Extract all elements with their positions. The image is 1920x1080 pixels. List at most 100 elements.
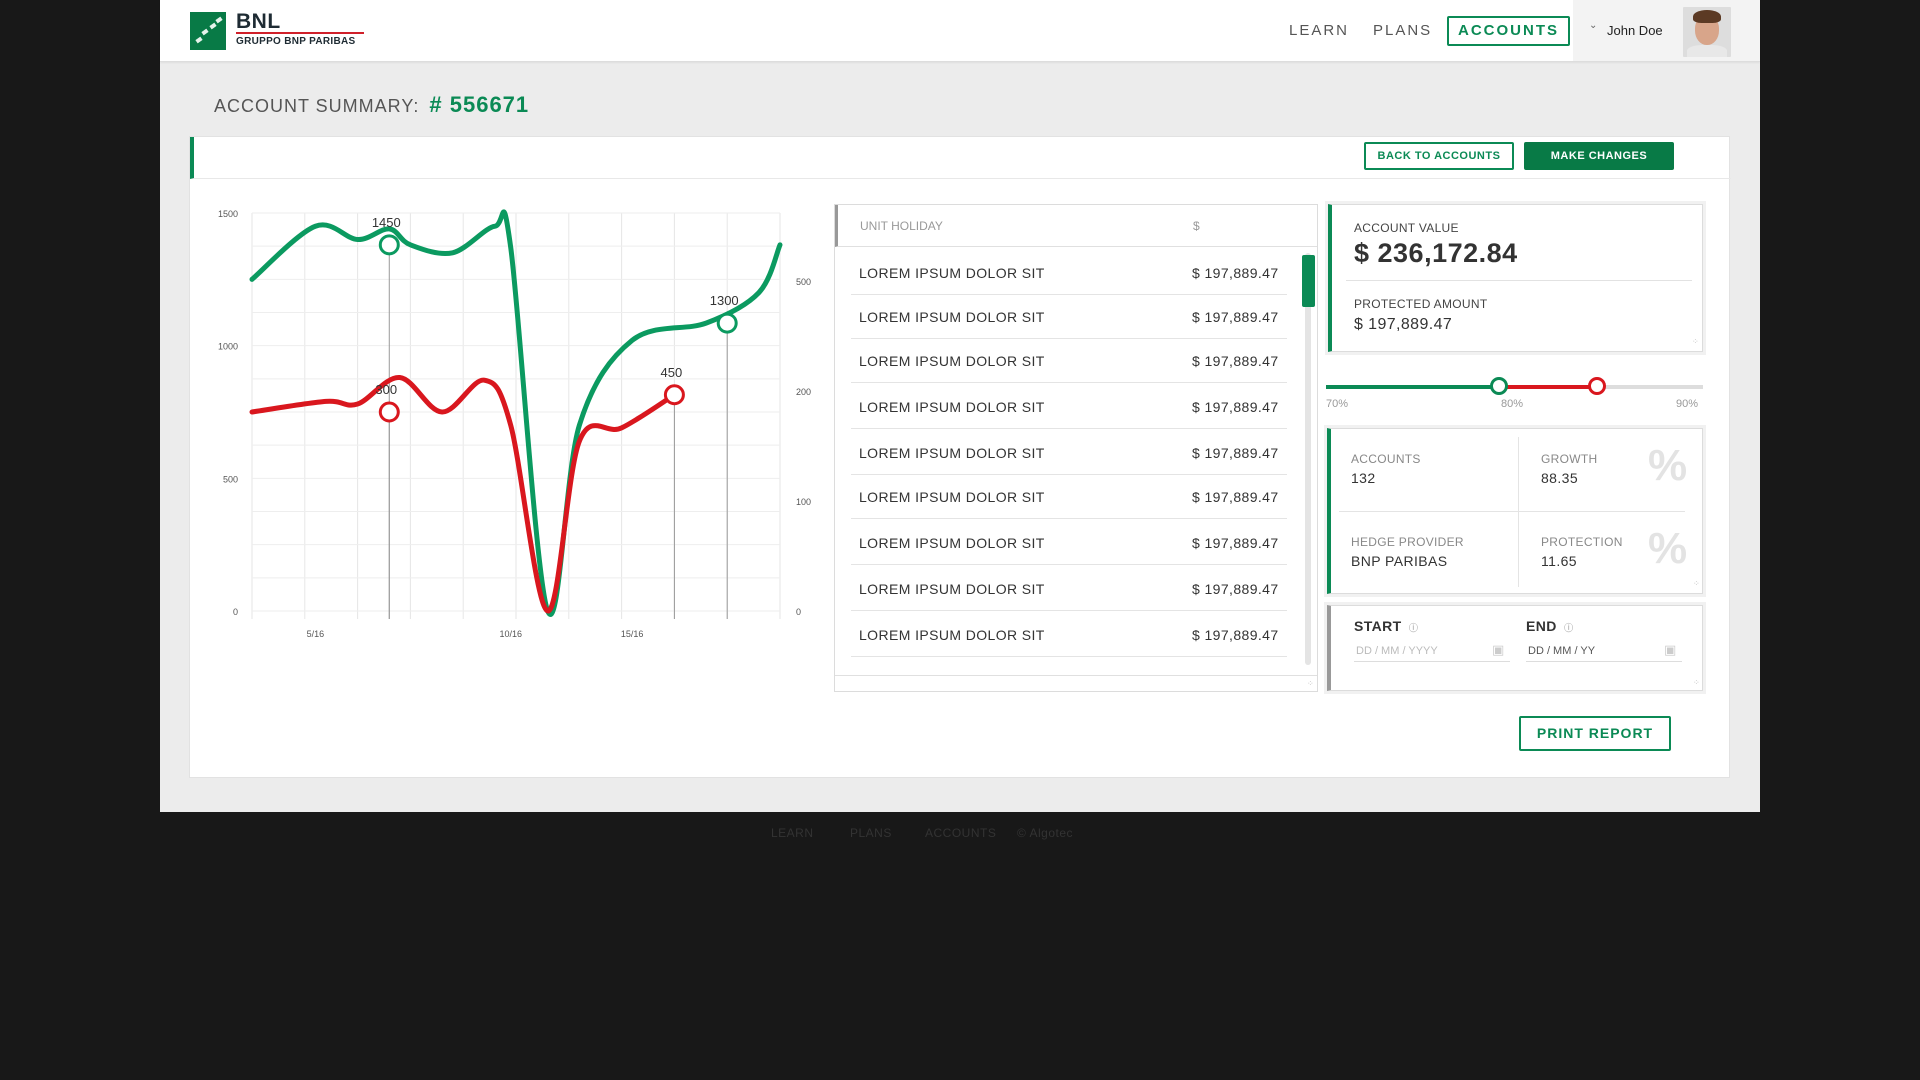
y-right-tick-label: 100 xyxy=(796,497,811,507)
resize-grip-icon[interactable]: ⁘ xyxy=(1693,678,1700,687)
x-tick-label: 15/16 xyxy=(621,629,644,639)
footer-link-learn[interactable]: LEARN xyxy=(771,826,814,840)
end-date-value: DD / MM / YY xyxy=(1528,645,1596,657)
table-row[interactable]: LOREM IPSUM DOLOR SIT $ 197,889.47 xyxy=(851,567,1287,611)
table-row[interactable]: LOREM IPSUM DOLOR SIT $ 197,889.47 xyxy=(851,339,1287,383)
page-title: ACCOUNT SUMMARY: # 556671 xyxy=(214,92,529,118)
protection-label: PROTECTION xyxy=(1541,535,1623,549)
user-name: John Doe xyxy=(1607,23,1663,38)
percent-icon: % xyxy=(1648,441,1688,490)
y-tick-label: 1000 xyxy=(218,342,238,352)
resize-grip-icon[interactable]: ⁘ xyxy=(1693,579,1700,588)
row-amount: $ 197,889.47 xyxy=(1192,535,1279,551)
account-value-label: ACCOUNT VALUE xyxy=(1354,221,1459,235)
row-label: LOREM IPSUM DOLOR SIT xyxy=(859,399,1045,415)
summary-label: ACCOUNT SUMMARY: xyxy=(214,96,420,116)
accounts-value: 132 xyxy=(1351,470,1376,486)
x-tick-label: 10/16 xyxy=(499,629,522,639)
data-point xyxy=(663,384,685,406)
resize-grip-icon[interactable]: ⁘ xyxy=(1307,679,1314,688)
avatar[interactable] xyxy=(1683,7,1731,57)
table-row[interactable]: LOREM IPSUM DOLOR SIT $ 197,889.47 xyxy=(851,251,1287,295)
table-header: UNIT HOLIDAY $ xyxy=(835,205,1317,247)
card-toolbar: BACK TO ACCOUNTS MAKE CHANGES xyxy=(190,137,1731,179)
column-header-amount: $ xyxy=(1193,219,1200,233)
column-header-unit: UNIT HOLIDAY xyxy=(860,219,943,233)
account-value-panel: ACCOUNT VALUE $ 236,172.84 PROTECTED AMO… xyxy=(1328,204,1703,352)
nav-plans[interactable]: PLANS xyxy=(1373,16,1432,46)
y-right-tick-label: 0 xyxy=(796,607,801,617)
slider-track-range[interactable] xyxy=(1499,385,1598,389)
holdings-table: UNIT HOLIDAY $ LOREM IPSUM DOLOR SIT $ 19… xyxy=(834,204,1318,692)
back-to-accounts-button[interactable]: BACK TO ACCOUNTS xyxy=(1364,142,1514,170)
table-scrollbar-thumb[interactable] xyxy=(1302,255,1315,307)
row-amount: $ 197,889.47 xyxy=(1192,265,1279,281)
row-label: LOREM IPSUM DOLOR SIT xyxy=(859,309,1045,325)
row-amount: $ 197,889.47 xyxy=(1192,445,1279,461)
table-row[interactable]: LOREM IPSUM DOLOR SIT $ 197,889.47 xyxy=(851,385,1287,429)
row-amount: $ 197,889.47 xyxy=(1192,581,1279,597)
row-amount: $ 197,889.47 xyxy=(1192,399,1279,415)
row-label: LOREM IPSUM DOLOR SIT xyxy=(859,353,1045,369)
hedge-provider-label: HEDGE PROVIDER xyxy=(1351,535,1464,549)
table-scrollbar-track[interactable] xyxy=(1305,253,1311,665)
user-menu[interactable]: ⌄ John Doe xyxy=(1573,0,1760,61)
chevron-down-icon: ⌄ xyxy=(1589,20,1598,31)
accounts-label: ACCOUNTS xyxy=(1351,452,1421,466)
y-tick-label: 500 xyxy=(223,474,238,484)
slider-mid-label: 80% xyxy=(1501,398,1524,410)
row-label: LOREM IPSUM DOLOR SIT xyxy=(859,535,1045,551)
end-date-field[interactable]: DD / MM / YY ▣ xyxy=(1526,640,1682,662)
row-amount: $ 197,889.47 xyxy=(1192,489,1279,505)
table-row[interactable]: LOREM IPSUM DOLOR SIT $ 197,889.47 xyxy=(851,613,1287,657)
table-row[interactable]: LOREM IPSUM DOLOR SIT $ 197,889.47 xyxy=(851,521,1287,565)
info-icon[interactable]: ⓘ xyxy=(1564,623,1573,633)
row-amount: $ 197,889.47 xyxy=(1192,309,1279,325)
x-tick-label: 5/16 xyxy=(307,629,325,639)
nav-accounts[interactable]: ACCOUNTS xyxy=(1447,16,1570,46)
slider-track-low[interactable] xyxy=(1326,385,1500,389)
nav-learn[interactable]: LEARN xyxy=(1289,16,1349,46)
resize-grip-icon[interactable]: ⁘ xyxy=(1692,337,1699,346)
brand-name: BNL xyxy=(236,10,281,33)
row-amount: $ 197,889.47 xyxy=(1192,353,1279,369)
table-row[interactable]: LOREM IPSUM DOLOR SIT $ 197,889.47 xyxy=(851,475,1287,519)
slider-track-high[interactable] xyxy=(1597,385,1703,389)
footer-link-plans[interactable]: PLANS xyxy=(850,826,892,840)
slider-min-label: 70% xyxy=(1326,398,1349,410)
calendar-icon[interactable]: ▣ xyxy=(1492,642,1504,658)
percent-icon: % xyxy=(1648,524,1688,573)
row-label: LOREM IPSUM DOLOR SIT xyxy=(859,627,1045,643)
make-changes-button[interactable]: MAKE CHANGES xyxy=(1524,142,1674,170)
table-row[interactable]: LOREM IPSUM DOLOR SIT $ 197,889.47 xyxy=(851,295,1287,339)
row-label: LOREM IPSUM DOLOR SIT xyxy=(859,581,1045,597)
footer-link-accounts[interactable]: ACCOUNTS xyxy=(925,826,996,840)
start-label: START ⓘ xyxy=(1354,618,1418,634)
protected-amount-label: PROTECTED AMOUNT xyxy=(1354,297,1488,311)
print-report-button[interactable]: PRINT REPORT xyxy=(1519,716,1671,751)
calendar-icon[interactable]: ▣ xyxy=(1664,642,1676,658)
data-label: 1300 xyxy=(710,293,739,308)
brand-subtitle: GRUPPO BNP PARIBAS xyxy=(236,36,356,47)
growth-value: 88.35 xyxy=(1541,470,1579,486)
protected-amount-value: $ 197,889.47 xyxy=(1354,316,1453,333)
bnp-stars-icon xyxy=(190,12,226,50)
y-tick-label: 1500 xyxy=(218,209,238,219)
start-date-field[interactable]: DD / MM / YYYY ▣ xyxy=(1354,640,1510,662)
divider xyxy=(1346,280,1692,281)
brand-logo[interactable]: BNL GRUPPO BNP PARIBAS xyxy=(190,10,390,50)
y-right-tick-label: 200 xyxy=(796,387,811,397)
footer-copyright: © Algotec xyxy=(1017,826,1074,840)
account-number: # 556671 xyxy=(429,92,530,117)
table-row[interactable]: LOREM IPSUM DOLOR SIT $ 197,889.47 xyxy=(851,431,1287,475)
end-label-text: END xyxy=(1526,618,1557,634)
data-point xyxy=(378,234,400,256)
brand-underline xyxy=(236,32,364,34)
divider xyxy=(1518,437,1519,587)
info-icon[interactable]: ⓘ xyxy=(1409,623,1418,633)
data-label: 300 xyxy=(375,382,397,397)
slider-max-label: 90% xyxy=(1676,398,1699,410)
data-point xyxy=(378,401,400,423)
header: BNL GRUPPO BNP PARIBAS LEARN PLANS ACCOU… xyxy=(160,0,1760,62)
data-label: 450 xyxy=(661,365,683,380)
